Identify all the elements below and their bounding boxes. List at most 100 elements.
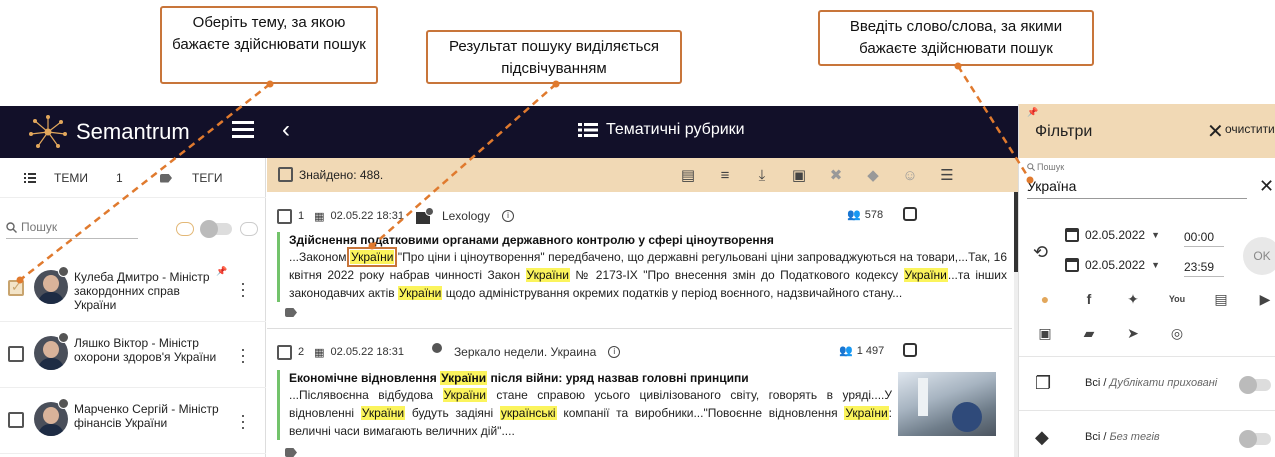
article-checkbox[interactable]	[277, 208, 292, 224]
date-from-picker[interactable]: 02.05.2022 ▼	[1065, 228, 1160, 242]
tags-all: Всі	[1085, 431, 1101, 443]
tab-tags[interactable]: ТЕГИ	[160, 171, 222, 185]
tab-topics[interactable]: ТЕМИ 1	[24, 171, 123, 185]
save-icon[interactable]: ▣	[790, 166, 808, 184]
globe-icon[interactable]: ●	[1035, 290, 1055, 308]
twitter-icon[interactable]: ✦	[1123, 290, 1143, 308]
tag-icon	[160, 173, 172, 183]
telegram-icon[interactable]: ➤	[1123, 324, 1143, 342]
tag-icon[interactable]	[285, 308, 297, 317]
more-options-icon[interactable]: · · ·	[240, 274, 246, 304]
clear-search-icon[interactable]: ✕	[1259, 176, 1274, 197]
download-icon[interactable]: ⤓	[753, 166, 771, 184]
search-highlight: України	[440, 371, 488, 385]
topics-tabs: ТЕМИ 1 ТЕГИ	[0, 158, 266, 198]
snippet-text: щодо адміністрування окремих податків у …	[442, 286, 903, 300]
pin-icon[interactable]: 📌	[216, 266, 227, 277]
facebook-icon[interactable]: f	[1079, 290, 1099, 308]
snippet-text: ...Законом	[289, 250, 351, 264]
rings-icon[interactable]	[176, 222, 194, 236]
topic-checkbox[interactable]	[8, 412, 24, 428]
history-icon[interactable]: ⟲	[1033, 242, 1048, 263]
search-highlight: України	[525, 268, 570, 282]
article-title[interactable]: Економічне відновлення України після вій…	[289, 370, 892, 386]
article-item[interactable]: 2 ▦ 02.05.22 18:31 Зеркало недели. Украи…	[267, 330, 1012, 457]
radio-icon[interactable]: ▣	[1035, 324, 1055, 342]
calendar-icon	[1065, 258, 1079, 272]
duplicates-toggle[interactable]	[1239, 376, 1271, 394]
source-logo-icon	[428, 343, 448, 361]
time-to-input[interactable]: 23:59	[1184, 260, 1224, 277]
article-number: 2	[298, 346, 305, 358]
article-checkbox[interactable]	[277, 344, 292, 360]
snippet-text: ...Післявоєнна відбудова	[289, 388, 443, 402]
tag-icon[interactable]	[285, 448, 297, 457]
ok-button[interactable]: OK	[1243, 237, 1275, 275]
more-options-icon[interactable]: · · ·	[240, 340, 246, 370]
article-item[interactable]: 1 ▦ 02.05.22 18:31 Lexology i 👥 578 Здій…	[267, 194, 1012, 329]
topic-checkbox[interactable]	[8, 279, 24, 296]
newspaper-icon[interactable]: ▤	[1211, 290, 1231, 308]
article-source[interactable]: Зеркало недели. Украина	[454, 345, 596, 359]
info-icon[interactable]: i	[501, 210, 514, 222]
forum-icon[interactable]: ▰	[1079, 324, 1099, 342]
filter-search-label-text: Пошук	[1037, 162, 1065, 172]
calendar-icon: ▦	[314, 346, 325, 359]
filter-search-label: Пошук	[1027, 162, 1064, 172]
document-icon[interactable]: ▤	[679, 166, 697, 184]
delete-icon[interactable]: ✖	[827, 166, 845, 184]
filters-header: 📌 Фільтри ✕ очистити	[1019, 104, 1275, 158]
tags-state: Без тегів	[1109, 431, 1160, 443]
filter-icon[interactable]: ☰	[938, 166, 956, 184]
date-to-value: 02.05.2022	[1085, 258, 1146, 272]
select-all-checkbox[interactable]	[278, 167, 293, 182]
topics-search-input[interactable]: Пошук	[6, 220, 138, 239]
topics-count: 1	[115, 171, 123, 185]
search-icon	[1027, 163, 1035, 171]
title-text: Економічне відновлення	[289, 371, 441, 385]
logo-text: Semantrum	[76, 119, 190, 144]
tag-icon[interactable]: ◆	[864, 166, 882, 184]
article-source[interactable]: Lexology	[442, 209, 490, 223]
menu-icon[interactable]	[232, 121, 254, 141]
youtube-icon[interactable]: You	[1167, 290, 1187, 308]
more-options-icon[interactable]: · · ·	[240, 406, 246, 436]
topic-name: Марченко Сергій - Міністр фінансів Украї…	[74, 402, 219, 430]
instagram-icon[interactable]: ◎	[1167, 324, 1187, 342]
close-icon[interactable]: ✕	[1207, 119, 1224, 144]
topic-checkbox[interactable]	[8, 346, 24, 362]
time-from-input[interactable]: 00:00	[1184, 230, 1224, 247]
list-icon	[578, 123, 598, 137]
topic-item[interactable]: Ляшко Віктор - Міністр охорони здоров'я …	[0, 322, 266, 388]
chevron-down-icon: ▼	[1151, 230, 1160, 240]
callout-highlight: Результат пошуку виділяється підсвічуван…	[426, 30, 682, 84]
ring-icon[interactable]	[240, 222, 258, 236]
article-header: 1 ▦ 02.05.22 18:31 Lexology i	[277, 207, 514, 224]
text-lines-icon[interactable]: ≡	[716, 166, 734, 184]
info-icon[interactable]: i	[608, 346, 621, 358]
article-title[interactable]: Здійснення податковими органами державно…	[289, 232, 1007, 248]
back-chevron-icon[interactable]: ‹	[282, 116, 290, 144]
topic-item[interactable]: Марченко Сергій - Міністр фінансів Украї…	[0, 388, 266, 454]
found-count: Знайдено: 488.	[299, 168, 384, 182]
filter-search-input[interactable]: Україна	[1027, 178, 1247, 199]
duplicates-label: Всі / Дублікати приховані	[1085, 377, 1218, 389]
date-to-picker[interactable]: 02.05.2022 ▼	[1065, 258, 1160, 272]
preview-icon[interactable]	[903, 343, 917, 357]
emoji-icon[interactable]: ☺	[901, 166, 919, 184]
topic-name: Ляшко Віктор - Міністр охорони здоров'я …	[74, 336, 217, 364]
topic-item[interactable]: Кулеба Дмитро - Міністр закордонних спра…	[0, 256, 266, 322]
pin-icon[interactable]: 📌	[1027, 107, 1038, 118]
source-type-filters-row2: ▣ ▰ ➤ ◎	[1035, 324, 1187, 342]
article-number: 1	[298, 210, 305, 222]
page-title: Тематичні рубрики	[578, 121, 745, 139]
preview-icon[interactable]	[903, 207, 917, 221]
tags-toggle[interactable]	[1239, 430, 1271, 448]
clear-filters-button[interactable]: очистити	[1225, 122, 1275, 136]
topics-toggle-switch[interactable]	[200, 220, 232, 238]
search-highlight: України	[442, 388, 487, 402]
search-highlight: України	[844, 406, 889, 420]
article-body: Здійснення податковими органами державно…	[277, 232, 1007, 302]
video-icon[interactable]: ▶	[1255, 290, 1275, 308]
article-thumbnail[interactable]	[898, 372, 996, 436]
